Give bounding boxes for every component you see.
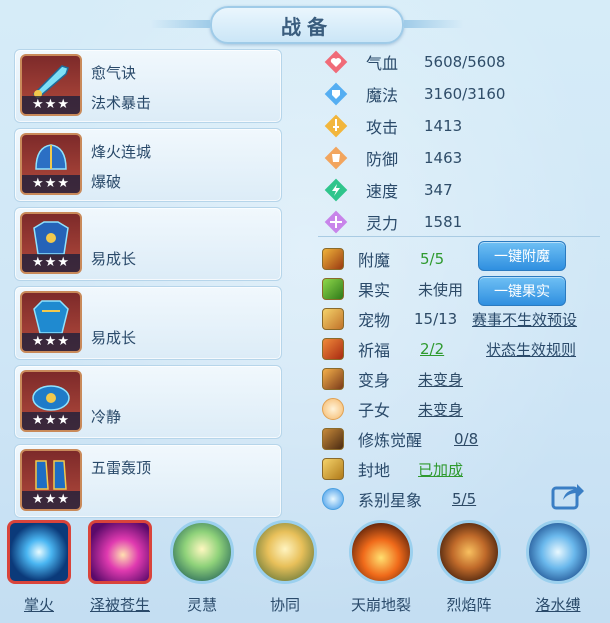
equipment-effect: 易成长 bbox=[91, 329, 137, 347]
sparkle-icon bbox=[324, 210, 348, 234]
armor-icon bbox=[324, 146, 348, 170]
transform-status[interactable]: 未变身 bbox=[418, 369, 463, 390]
volcano-icon bbox=[349, 520, 413, 584]
equipment-effect: 冷静 bbox=[91, 408, 122, 426]
twin-figure-icon bbox=[253, 520, 317, 584]
child-icon bbox=[322, 398, 344, 420]
skill-slot[interactable]: 掌火 bbox=[3, 518, 75, 620]
one-click-fruit-button[interactable]: 一键果实 bbox=[478, 276, 566, 306]
stat-spirit: 灵力 1581 bbox=[320, 206, 600, 238]
row-fruit: 果实 未使用 一键果实 bbox=[318, 274, 608, 306]
skill-slot[interactable]: 洛水缚 bbox=[522, 518, 594, 620]
bless-icon bbox=[322, 338, 344, 360]
sword-icon bbox=[324, 114, 348, 138]
stat-hp: 气血 5608/5608 bbox=[320, 46, 600, 78]
lightning-icon bbox=[324, 178, 348, 202]
armor-icon: ★★★ bbox=[20, 291, 82, 353]
skill-bar: 掌火 泽被苍生 灵慧 协同 天崩地裂 烈焰阵 洛水缚 bbox=[0, 515, 610, 623]
equipment-slot[interactable]: ★★★ 冷静 bbox=[14, 365, 282, 439]
row-child: 子女 未变身 bbox=[318, 394, 608, 424]
attribute-list: 气血 5608/5608 魔法 3160/3160 攻击 1413 防御 146… bbox=[320, 46, 600, 238]
equipment-list: ★★★ 愈气诀 法术暴击 ★★★ 烽火连城 爆破 ★★★ 易成长 ★★★ 易成长… bbox=[14, 49, 282, 523]
water-dragon-icon bbox=[526, 520, 590, 584]
crown-icon: ★★★ bbox=[20, 370, 82, 432]
share-icon[interactable] bbox=[551, 480, 585, 510]
fire-orb-icon bbox=[7, 520, 71, 584]
equipment-slot[interactable]: ★★★ 烽火连城 爆破 bbox=[14, 128, 282, 202]
row-pet: 宠物 15/13 赛事不生效预设 bbox=[318, 304, 608, 334]
equipment-name: 愈气诀 bbox=[91, 64, 137, 82]
equipment-name: 五雷轰顶 bbox=[91, 459, 152, 477]
equipment-effect: 法术暴击 bbox=[91, 94, 152, 112]
skill-slot[interactable]: 协同 bbox=[249, 518, 321, 620]
sword-icon: ★★★ bbox=[20, 54, 82, 116]
equipment-slot[interactable]: ★★★ 易成长 bbox=[14, 207, 282, 281]
cultivation-status[interactable]: 0/8 bbox=[454, 430, 478, 448]
equipment-name: 烽火连城 bbox=[91, 143, 152, 161]
skill-slot[interactable]: 泽被苍生 bbox=[84, 518, 156, 620]
equipment-effect: 爆破 bbox=[91, 173, 122, 191]
section-divider bbox=[318, 236, 600, 237]
armor-icon: ★★★ bbox=[20, 212, 82, 274]
fruit-icon bbox=[322, 278, 344, 300]
status-rows: 附魔 5/5 一键附魔 果实 未使用 一键果实 宠物 15/13 赛事不生效预设… bbox=[318, 241, 608, 514]
row-transform: 变身 未变身 bbox=[318, 364, 608, 394]
skill-slot[interactable]: 天崩地裂 bbox=[345, 518, 417, 620]
star-orb-icon bbox=[322, 488, 344, 510]
equipment-slot[interactable]: ★★★ 易成长 bbox=[14, 286, 282, 360]
shield-icon bbox=[324, 82, 348, 106]
hand-glow-icon bbox=[88, 520, 152, 584]
status-rules-link[interactable]: 状态生效规则 bbox=[486, 339, 576, 360]
star-sign-status[interactable]: 5/5 bbox=[452, 490, 476, 508]
equipment-slot[interactable]: ★★★ 愈气诀 法术暴击 bbox=[14, 49, 282, 123]
row-enchant: 附魔 5/5 一键附魔 bbox=[318, 241, 608, 274]
heart-icon bbox=[324, 50, 348, 74]
row-cultivation: 修炼觉醒 0/8 bbox=[318, 424, 608, 454]
page-title: 战备 bbox=[281, 14, 333, 39]
skill-slot[interactable]: 烈焰阵 bbox=[433, 518, 505, 620]
row-bless: 祈福 2/2 状态生效规则 bbox=[318, 334, 608, 364]
cultivation-icon bbox=[322, 428, 344, 450]
child-status[interactable]: 未变身 bbox=[418, 399, 463, 420]
one-click-enchant-button[interactable]: 一键附魔 bbox=[478, 241, 566, 271]
transform-icon bbox=[322, 368, 344, 390]
stat-mp: 魔法 3160/3160 bbox=[320, 78, 600, 110]
pet-icon bbox=[322, 308, 344, 330]
equipment-slot[interactable]: ★★★ 五雷轰顶 bbox=[14, 444, 282, 518]
enchant-icon bbox=[322, 248, 344, 270]
figure-light-icon bbox=[170, 520, 234, 584]
helmet-icon: ★★★ bbox=[20, 133, 82, 195]
equipment-effect: 易成长 bbox=[91, 250, 137, 268]
stat-defense: 防御 1463 bbox=[320, 142, 600, 174]
tournament-preset-link[interactable]: 赛事不生效预设 bbox=[472, 309, 577, 330]
skill-slot[interactable]: 灵慧 bbox=[166, 518, 238, 620]
flame-glove-icon bbox=[437, 520, 501, 584]
stat-attack: 攻击 1413 bbox=[320, 110, 600, 142]
stat-speed: 速度 347 bbox=[320, 174, 600, 206]
boots-icon: ★★★ bbox=[20, 449, 82, 511]
land-status[interactable]: 已加成 bbox=[418, 459, 463, 480]
title-banner: 战备 bbox=[150, 6, 404, 44]
land-icon bbox=[322, 458, 344, 480]
